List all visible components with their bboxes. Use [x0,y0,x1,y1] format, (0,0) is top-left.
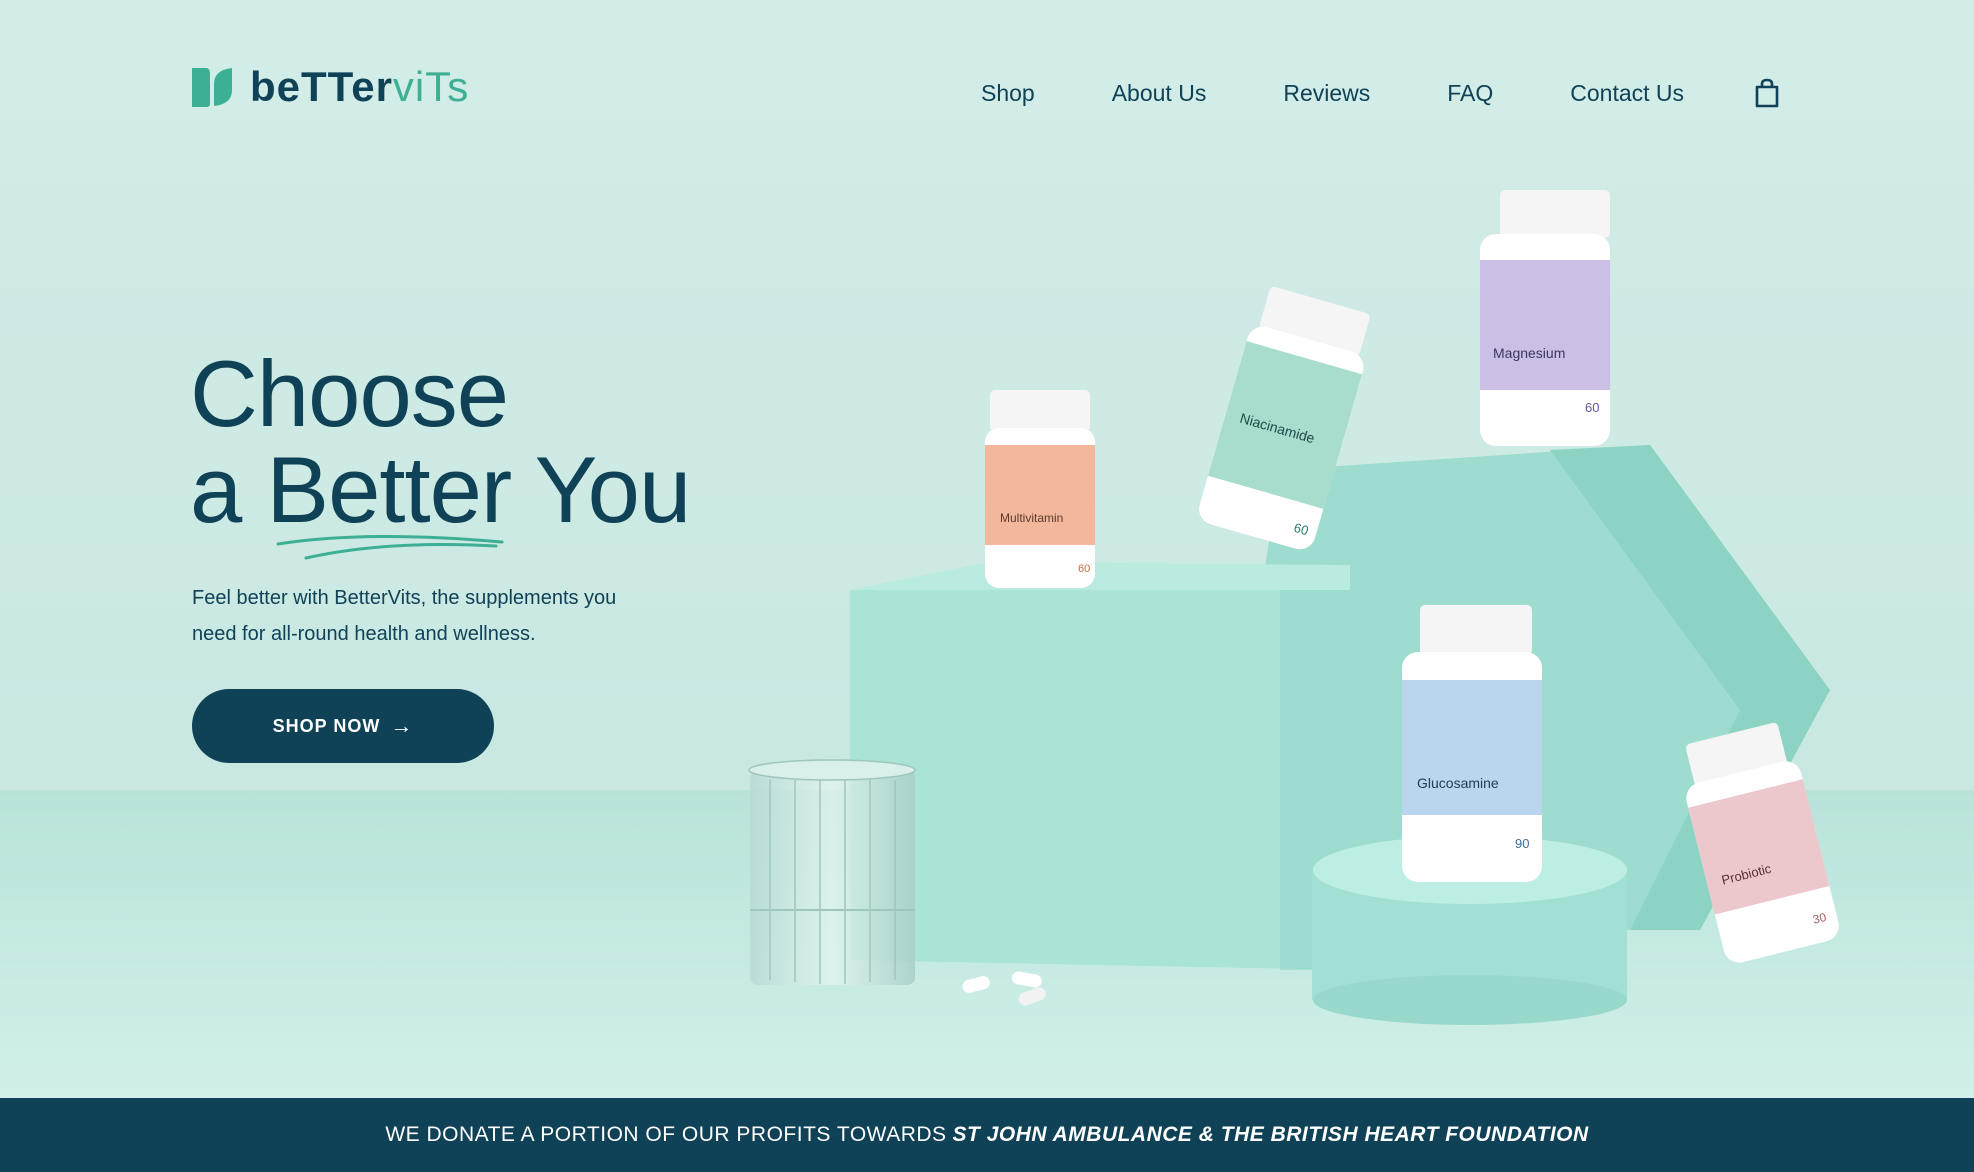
capsule-pills [962,971,1046,1006]
product-scene: Multivitamin 60 Niacinamide 60 Magnesium… [748,190,1839,1025]
cube-pedestal [850,562,1350,970]
bottle-glucosamine: Glucosamine 90 [1402,605,1542,882]
underline-swoosh [276,534,504,560]
hero-title-line2: a Better You [190,437,691,542]
shop-now-label: SHOP NOW [272,715,381,736]
water-glass [748,759,916,985]
shopping-bag-icon[interactable] [1754,78,1780,108]
hero-subtitle: Feel better with BetterVits, the supplem… [192,587,617,645]
main-nav: Shop About Us Reviews FAQ Contact Us [981,78,1780,108]
hero-title: Choose a Better You [190,346,691,538]
brand-wordmark-part2: viTs [392,63,470,110]
bottle-multivitamin: Multivitamin 60 [985,390,1095,588]
brand-wordmark: beTTerviTs [250,66,469,108]
shop-now-button[interactable]: SHOP NOW → [192,689,494,763]
bottle-glucosamine-name: Glucosamine [1417,775,1499,791]
leaf-logo-icon [192,68,232,107]
bottle-multivitamin-count: 60 [1078,563,1090,575]
nav-item-reviews[interactable]: Reviews [1283,80,1370,107]
bottle-magnesium-name: Magnesium [1493,345,1565,361]
nav-item-about-us[interactable]: About Us [1112,80,1207,107]
bottle-magnesium-count: 60 [1585,400,1599,415]
page: beTTerviTs Shop About Us Reviews FAQ Con… [0,0,1974,1172]
nav-item-contact-us[interactable]: Contact Us [1570,80,1684,107]
nav-item-shop[interactable]: Shop [981,80,1035,107]
nav-item-faq[interactable]: FAQ [1447,80,1493,107]
label-glucosamine [1402,680,1542,815]
hero-title-line1: Choose [190,341,509,446]
bottle-glucosamine-count: 90 [1515,836,1529,851]
donation-banner: WE DONATE A PORTION OF OUR PROFITS TOWAR… [0,1098,1974,1172]
donation-banner-charities: ST JOHN AMBULANCE & THE BRITISH HEART FO… [952,1123,1589,1146]
bottle-multivitamin-name: Multivitamin [1000,511,1063,525]
brand-wordmark-part1: beTTer [250,63,393,110]
donation-banner-text: WE DONATE A PORTION OF OUR PROFITS TOWAR… [385,1123,947,1146]
bottle-magnesium: Magnesium 60 [1480,190,1610,446]
label-multivitamin [985,445,1095,545]
arrow-right-icon: → [390,713,414,738]
brand-logo[interactable]: beTTerviTs [190,66,469,108]
label-magnesium [1480,260,1610,390]
